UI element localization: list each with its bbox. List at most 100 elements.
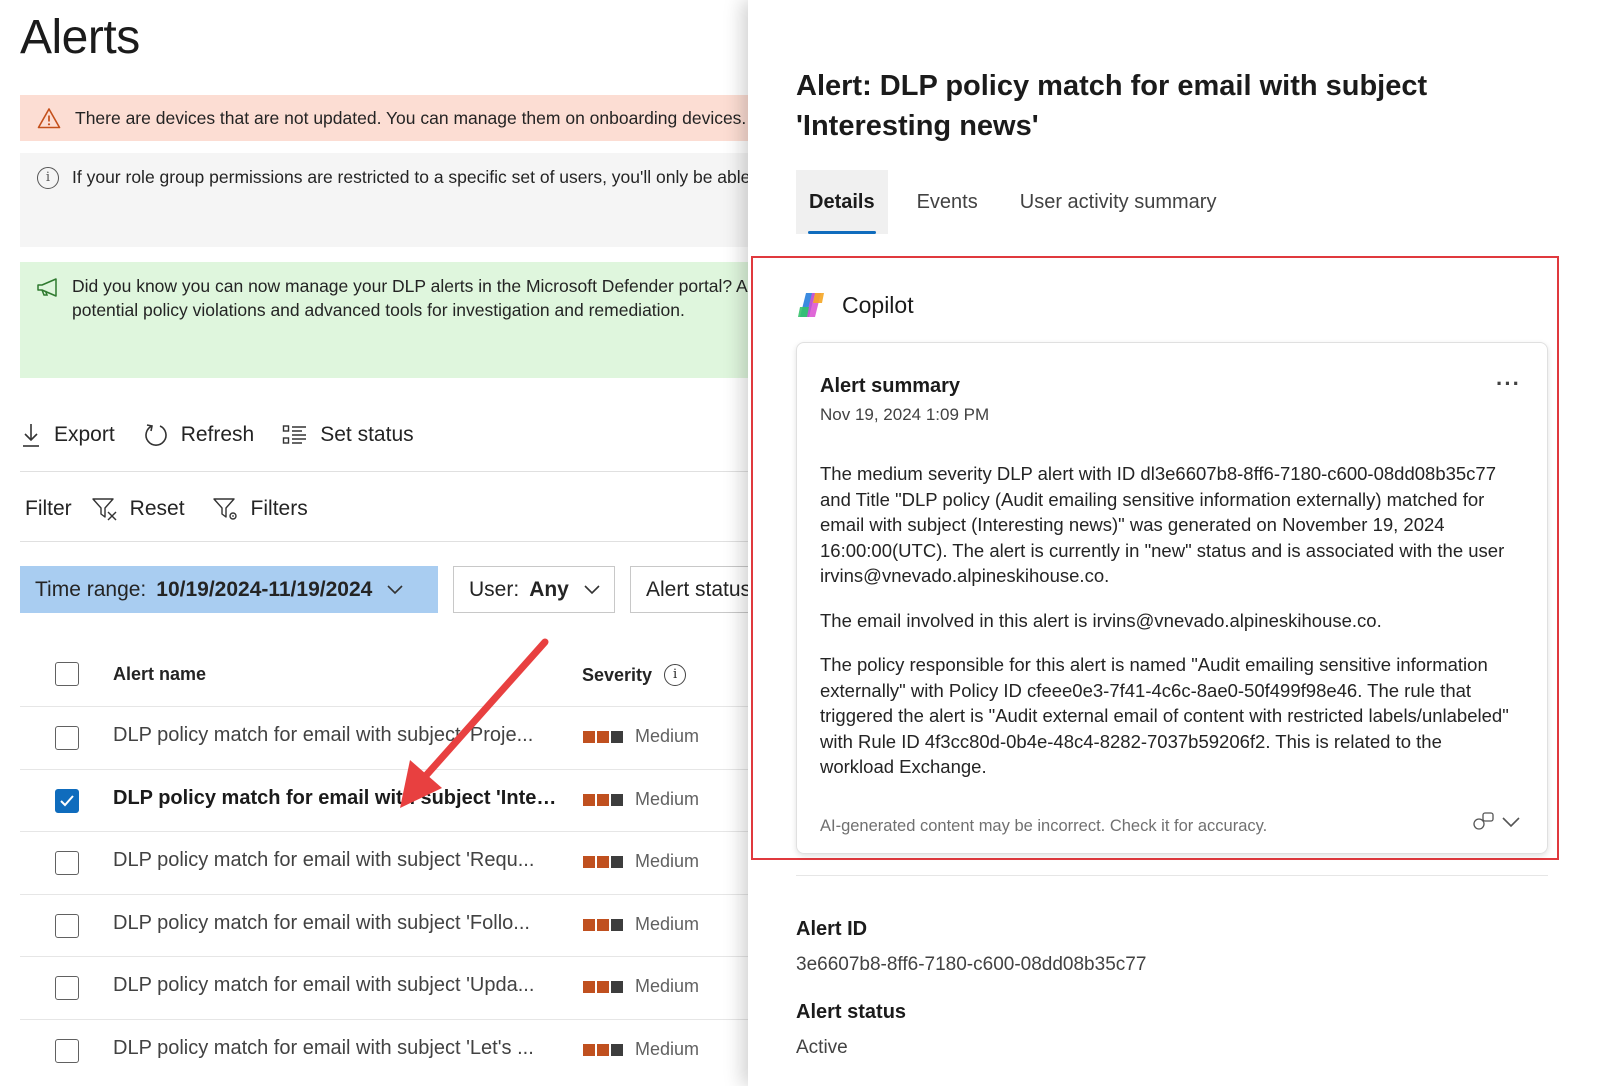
chevron-down-icon — [387, 584, 403, 594]
reset-label: Reset — [129, 497, 185, 520]
severity-cell: Medium — [583, 976, 699, 997]
select-all-checkbox[interactable] — [55, 662, 79, 686]
table-row[interactable]: DLP policy match for email with subject … — [20, 769, 768, 831]
alert-summary-title: Alert summary — [820, 375, 961, 397]
user-filter-label: User: — [469, 577, 520, 601]
panel-title: Alert: DLP policy match for email with s… — [796, 70, 1428, 142]
alert-id-label: Alert ID — [796, 918, 868, 940]
filter-settings-icon — [212, 498, 237, 520]
alert-summary-date: Nov 19, 2024 1:09 PM — [820, 405, 990, 424]
alert-details-panel: Alert: DLP policy match for email with s… — [748, 0, 1603, 1086]
tab-events[interactable]: Events — [904, 170, 991, 234]
filter-bar: Filter Reset Filters — [25, 492, 336, 526]
severity-header-label: Severity — [582, 664, 653, 685]
row-checkbox[interactable] — [55, 789, 79, 813]
command-toolbar: Export Refresh Set status — [20, 418, 442, 452]
severity-bars-icon — [583, 730, 625, 743]
time-range-label: Time range: — [35, 577, 147, 601]
filter-divider — [20, 541, 768, 542]
column-header-name[interactable]: Alert name — [113, 664, 206, 685]
severity-cell: Medium — [583, 726, 699, 747]
alert-summary-card: Alert summary Nov 19, 2024 1:09 PM ··· T… — [796, 342, 1548, 854]
refresh-icon — [144, 424, 167, 446]
promo-banner: Did you know you can now manage your DLP… — [20, 262, 768, 378]
severity-cell: Medium — [583, 789, 699, 810]
refresh-button[interactable]: Refresh — [143, 422, 255, 448]
tab-details[interactable]: Details — [796, 170, 888, 234]
time-range-filter[interactable]: Time range: 10/19/2024-11/19/2024 — [20, 566, 438, 613]
promo-line-2: potential policy violations and advanced… — [72, 300, 685, 320]
reset-button[interactable]: Reset — [91, 497, 185, 521]
row-checkbox[interactable] — [55, 851, 79, 875]
alert-name-link[interactable]: DLP policy match for email with subject … — [113, 974, 558, 997]
copilot-header: Copilot — [796, 290, 914, 320]
filters-label: Filters — [250, 497, 308, 520]
alert-status-filter-label: Alert status — [646, 577, 752, 601]
checkmark-icon — [60, 795, 74, 807]
page-title: Alerts — [20, 11, 140, 64]
severity-label: Medium — [635, 1039, 700, 1059]
severity-bars-icon — [583, 980, 625, 993]
tab-user-activity-summary[interactable]: User activity summary — [1007, 170, 1230, 234]
info-icon[interactable]: i — [664, 664, 687, 686]
row-checkbox[interactable] — [55, 726, 79, 750]
export-button[interactable]: Export — [20, 422, 115, 448]
promo-line-1: Did you know you can now manage your DLP… — [72, 276, 748, 296]
warning-icon — [37, 108, 61, 129]
chevron-down-icon — [584, 584, 600, 594]
severity-label: Medium — [635, 914, 700, 934]
promo-banner-text: Did you know you can now manage your DLP… — [72, 274, 748, 322]
export-label: Export — [54, 423, 115, 446]
user-filter-value: Any — [529, 577, 569, 601]
alert-summary-body: The medium severity DLP alert with ID dl… — [820, 461, 1520, 799]
feedback-button[interactable] — [1471, 811, 1521, 833]
filters-button[interactable]: Filters — [212, 497, 308, 521]
severity-bars-icon — [583, 793, 625, 806]
alert-name-link[interactable]: DLP policy match for email with subject … — [113, 1037, 558, 1060]
table-row[interactable]: DLP policy match for email with subject … — [20, 706, 768, 768]
filter-clear-icon — [91, 498, 117, 521]
alert-id-value: 3e6607b8-8ff6-7180-c600-08dd08b35c77 — [796, 954, 1147, 975]
warning-banner-text: There are devices that are not updated. … — [75, 107, 747, 128]
set-status-button[interactable]: Set status — [282, 423, 414, 447]
table-row[interactable]: DLP policy match for email with subject … — [20, 1019, 768, 1081]
table-row[interactable]: DLP policy match for email with subject … — [20, 831, 768, 893]
table-header: Alert name Severity i — [20, 648, 768, 700]
feedback-icon — [1473, 812, 1494, 830]
table-row[interactable]: DLP policy match for email with subject … — [20, 956, 768, 1018]
severity-bars-icon — [583, 855, 625, 868]
column-header-severity[interactable]: Severity i — [582, 664, 687, 686]
alert-name-link[interactable]: DLP policy match for email with subject … — [113, 724, 558, 747]
toolbar-divider — [20, 471, 768, 472]
copilot-label: Copilot — [842, 291, 914, 318]
time-range-value: 10/19/2024-11/19/2024 — [156, 577, 373, 601]
severity-label: Medium — [635, 976, 700, 996]
ai-disclaimer: AI-generated content may be incorrect. C… — [820, 817, 1268, 835]
row-checkbox[interactable] — [55, 976, 79, 1000]
severity-cell: Medium — [583, 914, 699, 935]
user-filter[interactable]: User: Any — [453, 566, 615, 613]
filter-label: Filter — [25, 497, 72, 520]
summary-paragraph: The medium severity DLP alert with ID dl… — [820, 463, 1505, 586]
info-banner-text: If your role group permissions are restr… — [72, 167, 751, 187]
refresh-label: Refresh — [180, 423, 255, 446]
chevron-down-icon — [1502, 817, 1520, 828]
section-divider — [796, 875, 1548, 876]
megaphone-icon — [37, 278, 57, 297]
row-checkbox[interactable] — [55, 1039, 79, 1063]
severity-label: Medium — [635, 851, 700, 871]
severity-cell: Medium — [583, 1039, 699, 1060]
summary-paragraph: The email involved in this alert is irvi… — [820, 609, 1382, 631]
severity-label: Medium — [635, 726, 700, 746]
set-status-label: Set status — [320, 423, 414, 446]
table-row[interactable]: DLP policy match for email with subject … — [20, 894, 768, 956]
more-options-icon[interactable]: ··· — [1496, 371, 1521, 397]
list-status-icon — [283, 425, 307, 444]
copilot-icon — [798, 293, 824, 317]
alert-name-link[interactable]: DLP policy match for email with subject … — [113, 787, 558, 810]
alert-name-link[interactable]: DLP policy match for email with subject … — [113, 912, 558, 935]
alerts-page: Alerts There are devices that are not up… — [0, 0, 768, 1086]
row-checkbox[interactable] — [55, 914, 79, 938]
severity-bars-icon — [583, 918, 625, 931]
alert-name-link[interactable]: DLP policy match for email with subject … — [113, 849, 558, 872]
